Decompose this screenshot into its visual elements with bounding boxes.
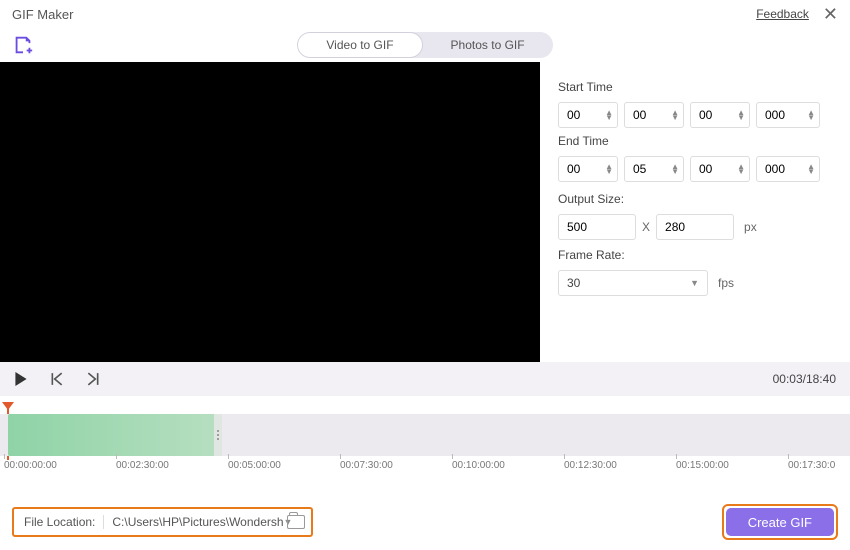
window-title: GIF Maker — [12, 7, 73, 22]
tick-label: 00:07:30:00 — [340, 460, 393, 471]
frame-rate-select[interactable]: 30▼ — [558, 270, 708, 296]
mode-toggle: Video to GIF Photos to GIF — [297, 32, 552, 58]
add-media-icon[interactable] — [12, 34, 34, 56]
start-time-label: Start Time — [558, 80, 832, 94]
tick-label: 00:02:30:00 — [116, 460, 169, 471]
tab-photos-to-gif[interactable]: Photos to GIF — [423, 32, 553, 58]
end-ms[interactable]: ▲▼ — [756, 156, 820, 182]
start-minutes[interactable]: ▲▼ — [624, 102, 684, 128]
close-icon[interactable]: ✕ — [823, 5, 838, 23]
x-separator: X — [642, 220, 650, 234]
chevron-down-icon: ▼ — [690, 278, 699, 288]
output-width[interactable] — [558, 214, 636, 240]
output-size-label: Output Size: — [558, 192, 832, 206]
clip-handle[interactable] — [214, 414, 222, 456]
tick-label: 00:12:30:00 — [564, 460, 617, 471]
next-frame-icon[interactable] — [86, 372, 100, 386]
tick-label: 00:17:30:0 — [788, 460, 835, 471]
start-hours[interactable]: ▲▼ — [558, 102, 618, 128]
feedback-link[interactable]: Feedback — [756, 7, 809, 21]
tick-label: 00:10:00:00 — [452, 460, 505, 471]
px-unit: px — [744, 220, 757, 234]
timeline-track[interactable] — [0, 414, 850, 456]
file-location-label: File Location: — [24, 515, 95, 529]
end-minutes[interactable]: ▲▼ — [624, 156, 684, 182]
fps-unit: fps — [718, 276, 734, 290]
tick-label: 00:05:00:00 — [228, 460, 281, 471]
prev-frame-icon[interactable] — [50, 372, 64, 386]
start-ms[interactable]: ▲▼ — [756, 102, 820, 128]
video-preview — [0, 62, 540, 362]
file-location-box: File Location: C:\Users\HP\Pictures\Wond… — [12, 507, 313, 537]
tab-video-to-gif[interactable]: Video to GIF — [297, 32, 422, 58]
output-height[interactable] — [656, 214, 734, 240]
end-time-label: End Time — [558, 134, 832, 148]
create-gif-button[interactable]: Create GIF — [726, 508, 834, 536]
file-location-select[interactable]: C:\Users\HP\Pictures\Wondersh▼ — [103, 515, 273, 529]
timeline-clip[interactable] — [8, 414, 222, 456]
end-hours[interactable]: ▲▼ — [558, 156, 618, 182]
playback-time: 00:03/18:40 — [773, 372, 836, 386]
play-icon[interactable] — [14, 372, 28, 386]
timeline-ruler: 00:00:00:00 00:02:30:00 00:05:00:00 00:07:3… — [0, 460, 850, 486]
start-seconds[interactable]: ▲▼ — [690, 102, 750, 128]
end-seconds[interactable]: ▲▼ — [690, 156, 750, 182]
browse-folder-icon[interactable] — [287, 515, 305, 529]
create-gif-wrap: Create GIF — [722, 504, 838, 540]
tick-label: 00:00:00:00 — [4, 460, 57, 471]
tick-label: 00:15:00:00 — [676, 460, 729, 471]
frame-rate-label: Frame Rate: — [558, 248, 832, 262]
